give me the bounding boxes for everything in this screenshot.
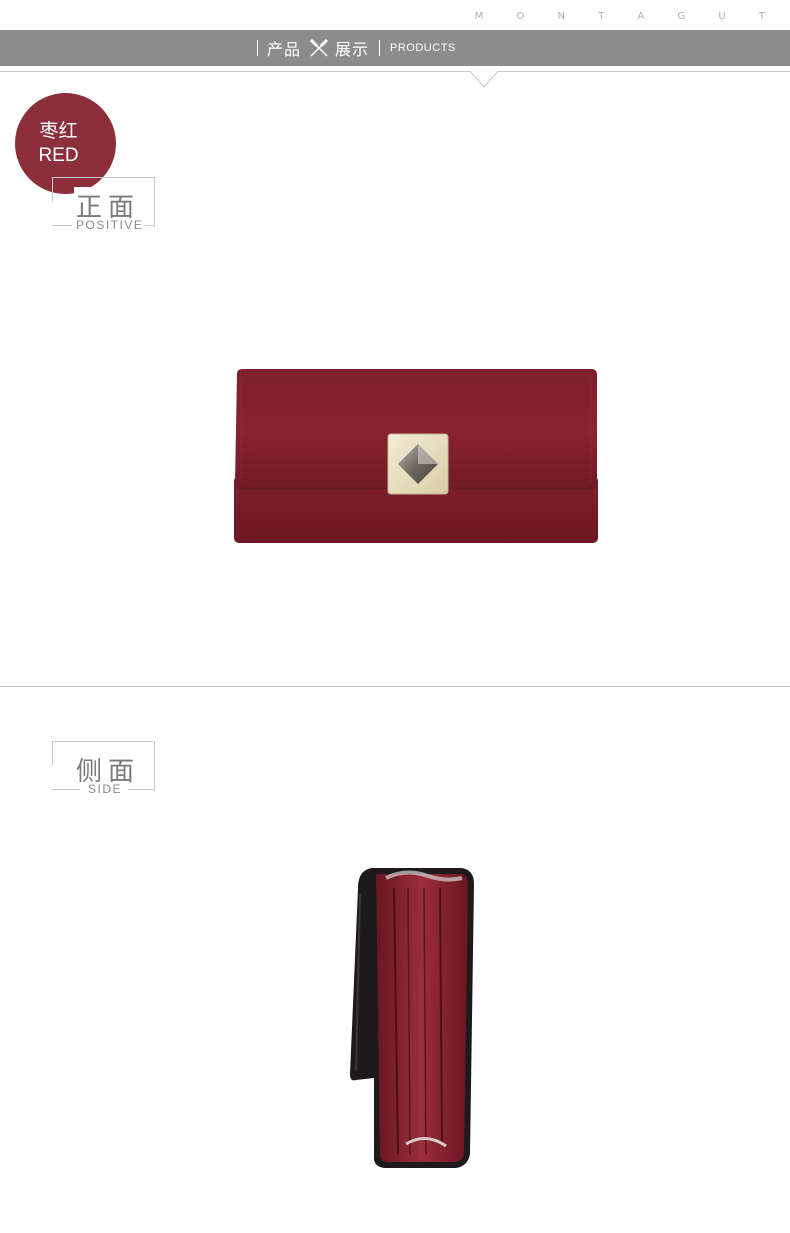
color-name-cn: 枣红 [39, 120, 78, 142]
chevron-down-icon [470, 71, 498, 88]
color-name-en: RED [38, 144, 79, 166]
products-banner: 产品 展示 PRODUCTS [0, 30, 790, 66]
x-mark-icon [309, 38, 329, 57]
banner-title-en: PRODUCTS [390, 42, 456, 54]
side-title-en: SIDE [86, 782, 125, 796]
banner-title-cn-1: 产品 [267, 42, 302, 59]
banner-rule [0, 71, 790, 72]
section-divider [0, 686, 790, 687]
wallet-side-image [350, 868, 474, 1168]
front-title-en: POSITIVE [74, 218, 146, 232]
wallet-front-image [234, 369, 598, 543]
brand-wordmark: M O N T A G U T [474, 11, 780, 22]
front-section-label: 正面 POSITIVE [52, 177, 156, 232]
banner-title-cn-2: 展示 [335, 42, 370, 59]
divider-bar [257, 40, 258, 56]
divider-bar [379, 40, 381, 56]
side-section-label: 侧面 SIDE [52, 741, 156, 796]
